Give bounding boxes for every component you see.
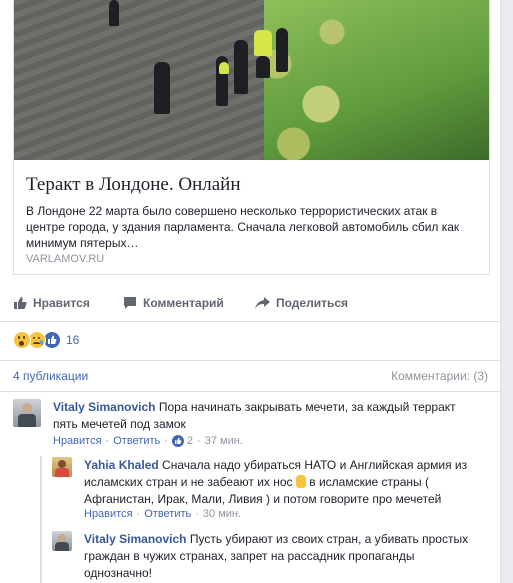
post-card: Теракт в Лондоне. Онлайн В Лондоне 22 ма… (0, 0, 501, 583)
link-preview-image[interactable] (14, 0, 489, 160)
comment-reply-link[interactable]: Ответить (113, 435, 160, 447)
person-figure (109, 0, 119, 26)
comment-author[interactable]: Vitaly Simanovich (53, 400, 156, 414)
police-officer-figure (219, 62, 229, 74)
reply-comment: Vitaly Simanovich Пусть убирают из своих… (52, 531, 492, 583)
comment-body: Vitaly Simanovich Пора начинать закрыват… (53, 399, 473, 433)
comment-timestamp[interactable]: 37 мин. (205, 435, 243, 447)
divider (0, 321, 500, 322)
link-preview[interactable]: Теракт в Лондоне. Онлайн В Лондоне 22 ма… (13, 0, 490, 275)
comment-like-link[interactable]: Нравится (53, 435, 102, 447)
avatar[interactable] (52, 457, 72, 477)
trees-image-part (244, 0, 354, 160)
comment-likes-count[interactable]: 2 (187, 435, 193, 447)
thumbs-up-icon (14, 297, 27, 309)
comment: Vitaly Simanovich Пора начинать закрыват… (13, 399, 493, 451)
like-button[interactable]: Нравится (13, 292, 90, 314)
share-button[interactable]: Поделиться (255, 292, 348, 314)
comment-body: Yahia Khaled Сначала надо убираться НАТО… (84, 457, 474, 508)
reactions-summary[interactable]: 16 (13, 331, 79, 349)
person-figure (256, 56, 270, 78)
comment-button[interactable]: Комментарий (123, 292, 224, 314)
pointing-finger-icon (295, 475, 306, 488)
link-description: В Лондоне 22 марта было совершено нескол… (26, 204, 460, 250)
comment-meta: Нравится · Ответить · 2 · 37 мин. (53, 435, 243, 447)
police-officer-figure (254, 30, 272, 56)
divider (0, 360, 500, 361)
post-actions-bar: Нравится Комментарий Поделиться (13, 292, 488, 314)
person-figure (154, 62, 170, 114)
link-domain: VARLAMOV.RU (26, 253, 105, 265)
comments-count-link[interactable]: Комментарии: (3) (391, 369, 488, 383)
comment-label: Комментарий (143, 296, 224, 310)
comment-meta: Нравится · Ответить · 30 мин. (84, 508, 242, 520)
comment-timestamp[interactable]: 30 мин. (203, 508, 241, 520)
comment-body: Vitaly Simanovich Пусть убирают из своих… (84, 531, 474, 582)
reply-thread-line (40, 456, 42, 583)
like-label: Нравится (33, 296, 90, 310)
reactions-count[interactable]: 16 (66, 333, 79, 347)
shares-count-link[interactable]: 4 публикации (13, 369, 88, 383)
divider (0, 391, 500, 392)
share-label: Поделиться (276, 296, 349, 310)
wow-icon (13, 331, 31, 349)
person-figure (234, 40, 248, 94)
person-figure (276, 28, 288, 72)
share-icon (255, 297, 270, 309)
comment-icon (124, 297, 136, 309)
comment-reply-link[interactable]: Ответить (144, 508, 191, 520)
reply-comment: Yahia Khaled Сначала надо убираться НАТО… (52, 457, 492, 523)
link-preview-body[interactable]: Теракт в Лондоне. Онлайн В Лондоне 22 ма… (14, 160, 489, 274)
like-icon (171, 435, 184, 447)
comment-like-link[interactable]: Нравится (84, 508, 133, 520)
link-title[interactable]: Теракт в Лондоне. Онлайн (26, 174, 241, 196)
comment-author[interactable]: Vitaly Simanovich (84, 532, 187, 546)
comment-author[interactable]: Yahia Khaled (84, 458, 159, 472)
avatar[interactable] (52, 531, 72, 551)
post-stats: 4 публикации Комментарии: (3) (13, 369, 488, 385)
avatar[interactable] (13, 399, 41, 427)
